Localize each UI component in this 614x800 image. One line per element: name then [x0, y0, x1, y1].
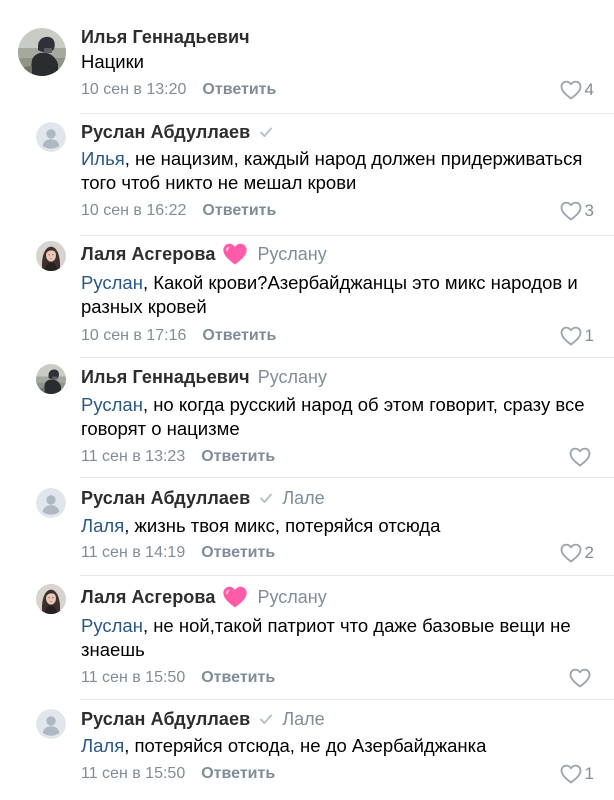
checkmark-icon — [258, 124, 274, 140]
like-button[interactable]: 1 — [559, 763, 594, 785]
comment-text: Лаля, потеряйся отсюда, не до Азербайджа… — [81, 734, 601, 758]
reply-button[interactable]: Ответить — [201, 448, 275, 466]
comment-date[interactable]: 10 сен в 13:20 — [81, 81, 186, 99]
comment-item: Лаля Асгерова Руслану Руслан, не ной,так… — [0, 576, 614, 700]
comment-body: , потеряйся отсюда, не до Азербайджанка — [124, 735, 487, 756]
comment-date[interactable]: 10 сен в 17:16 — [81, 327, 186, 345]
like-count: 1 — [584, 764, 594, 783]
reply-to-name[interactable]: Руслану — [257, 244, 326, 265]
comment-date[interactable]: 11 сен в 14:19 — [81, 544, 185, 562]
comment-item: Руслан Абдуллаев Илья, не нацизим, кажды… — [0, 114, 614, 236]
reply-to-name[interactable]: Руслану — [257, 587, 326, 608]
comment-text: Руслан, не ной,такой патриот что даже ба… — [81, 614, 601, 662]
comment-body: , но когда русский народ об этом говорит… — [81, 394, 585, 439]
author-name[interactable]: Илья Геннадьевич — [81, 367, 250, 388]
comment-item: Руслан Абдуллаев Лале Лаля, потеряйся от… — [0, 700, 614, 800]
comments-thread: Илья Геннадьевич Нацики 10 сен в 13:20 О… — [0, 0, 614, 800]
mention-link[interactable]: Илья — [81, 148, 125, 169]
avatar[interactable] — [36, 584, 66, 614]
heart-outline-icon — [568, 666, 592, 690]
comment-date[interactable]: 11 сен в 15:50 — [81, 765, 185, 783]
pink-heart-icon — [221, 240, 249, 268]
heart-outline-icon — [559, 78, 583, 102]
reply-to-name[interactable]: Лале — [282, 488, 324, 509]
reply-button[interactable]: Ответить — [201, 669, 275, 687]
mention-link[interactable]: Руслан — [81, 615, 143, 636]
avatar[interactable] — [36, 241, 66, 271]
mention-link[interactable]: Руслан — [81, 394, 143, 415]
comment-item: Илья Геннадьевич Руслану Руслан, но когд… — [0, 358, 614, 478]
comment-body: , жизнь твоя микс, потеряйся отсюда — [124, 515, 441, 536]
like-count: 4 — [584, 80, 594, 99]
comment-body: , не ной,такой патриот что даже базовые … — [81, 615, 571, 660]
reply-button[interactable]: Ответить — [202, 327, 276, 345]
avatar[interactable] — [36, 709, 66, 739]
avatar[interactable] — [36, 364, 66, 394]
like-count: 3 — [584, 201, 594, 220]
comment-body: Нацики — [81, 51, 145, 72]
like-button[interactable]: 2 — [559, 542, 594, 564]
author-name[interactable]: Руслан Абдуллаев — [81, 709, 250, 730]
mention-link[interactable]: Лаля — [81, 735, 124, 756]
comment-item: Илья Геннадьевич Нацики 10 сен в 13:20 О… — [0, 0, 614, 114]
avatar[interactable] — [36, 122, 66, 152]
comment-text: Руслан, но когда русский народ об этом г… — [81, 393, 601, 441]
heart-outline-icon — [568, 445, 592, 469]
like-button[interactable]: 3 — [559, 200, 594, 222]
like-button[interactable] — [568, 667, 594, 689]
reply-button[interactable]: Ответить — [202, 81, 276, 99]
heart-outline-icon — [559, 762, 583, 786]
comment-text: Илья, не нацизим, каждый народ должен пр… — [81, 147, 601, 195]
author-name[interactable]: Руслан Абдуллаев — [81, 488, 250, 509]
checkmark-icon — [258, 711, 274, 727]
comment-body: , не нацизим, каждый народ должен придер… — [81, 148, 583, 193]
heart-outline-icon — [559, 541, 583, 565]
comment-date[interactable]: 11 сен в 15:50 — [81, 669, 185, 687]
reply-button[interactable]: Ответить — [202, 202, 276, 220]
pink-heart-icon — [221, 583, 249, 611]
comment-item: Руслан Абдуллаев Лале Лаля, жизнь твоя м… — [0, 478, 614, 576]
reply-to-name[interactable]: Лале — [282, 709, 324, 730]
comment-item: Лаля Асгерова Руслану Руслан, Какой кров… — [0, 236, 614, 358]
reply-button[interactable]: Ответить — [201, 765, 275, 783]
avatar[interactable] — [18, 28, 66, 76]
mention-link[interactable]: Руслан — [81, 272, 143, 293]
mention-link[interactable]: Лаля — [81, 515, 124, 536]
author-name[interactable]: Илья Геннадьевич — [81, 27, 250, 48]
like-count: 1 — [584, 326, 594, 345]
author-name[interactable]: Лаля Асгерова — [81, 587, 215, 608]
heart-outline-icon — [559, 324, 583, 348]
author-name[interactable]: Руслан Абдуллаев — [81, 122, 250, 143]
like-button[interactable] — [568, 446, 594, 468]
reply-button[interactable]: Ответить — [201, 544, 275, 562]
comment-text: Лаля, жизнь твоя микс, потеряйся отсюда — [81, 514, 601, 538]
comment-date[interactable]: 11 сен в 13:23 — [81, 448, 185, 466]
like-button[interactable]: 4 — [559, 79, 594, 101]
checkmark-icon — [258, 490, 274, 506]
comment-text: Нацики — [81, 50, 601, 74]
avatar[interactable] — [36, 488, 66, 518]
comment-date[interactable]: 10 сен в 16:22 — [81, 202, 186, 220]
reply-to-name[interactable]: Руслану — [258, 367, 327, 388]
heart-outline-icon — [559, 199, 583, 223]
author-name[interactable]: Лаля Асгерова — [81, 244, 215, 265]
like-button[interactable]: 1 — [559, 325, 594, 347]
like-count: 2 — [584, 543, 594, 562]
comment-body: , Какой крови?Азербайджанцы это микс нар… — [81, 272, 578, 317]
comment-text: Руслан, Какой крови?Азербайджанцы это ми… — [81, 271, 601, 319]
